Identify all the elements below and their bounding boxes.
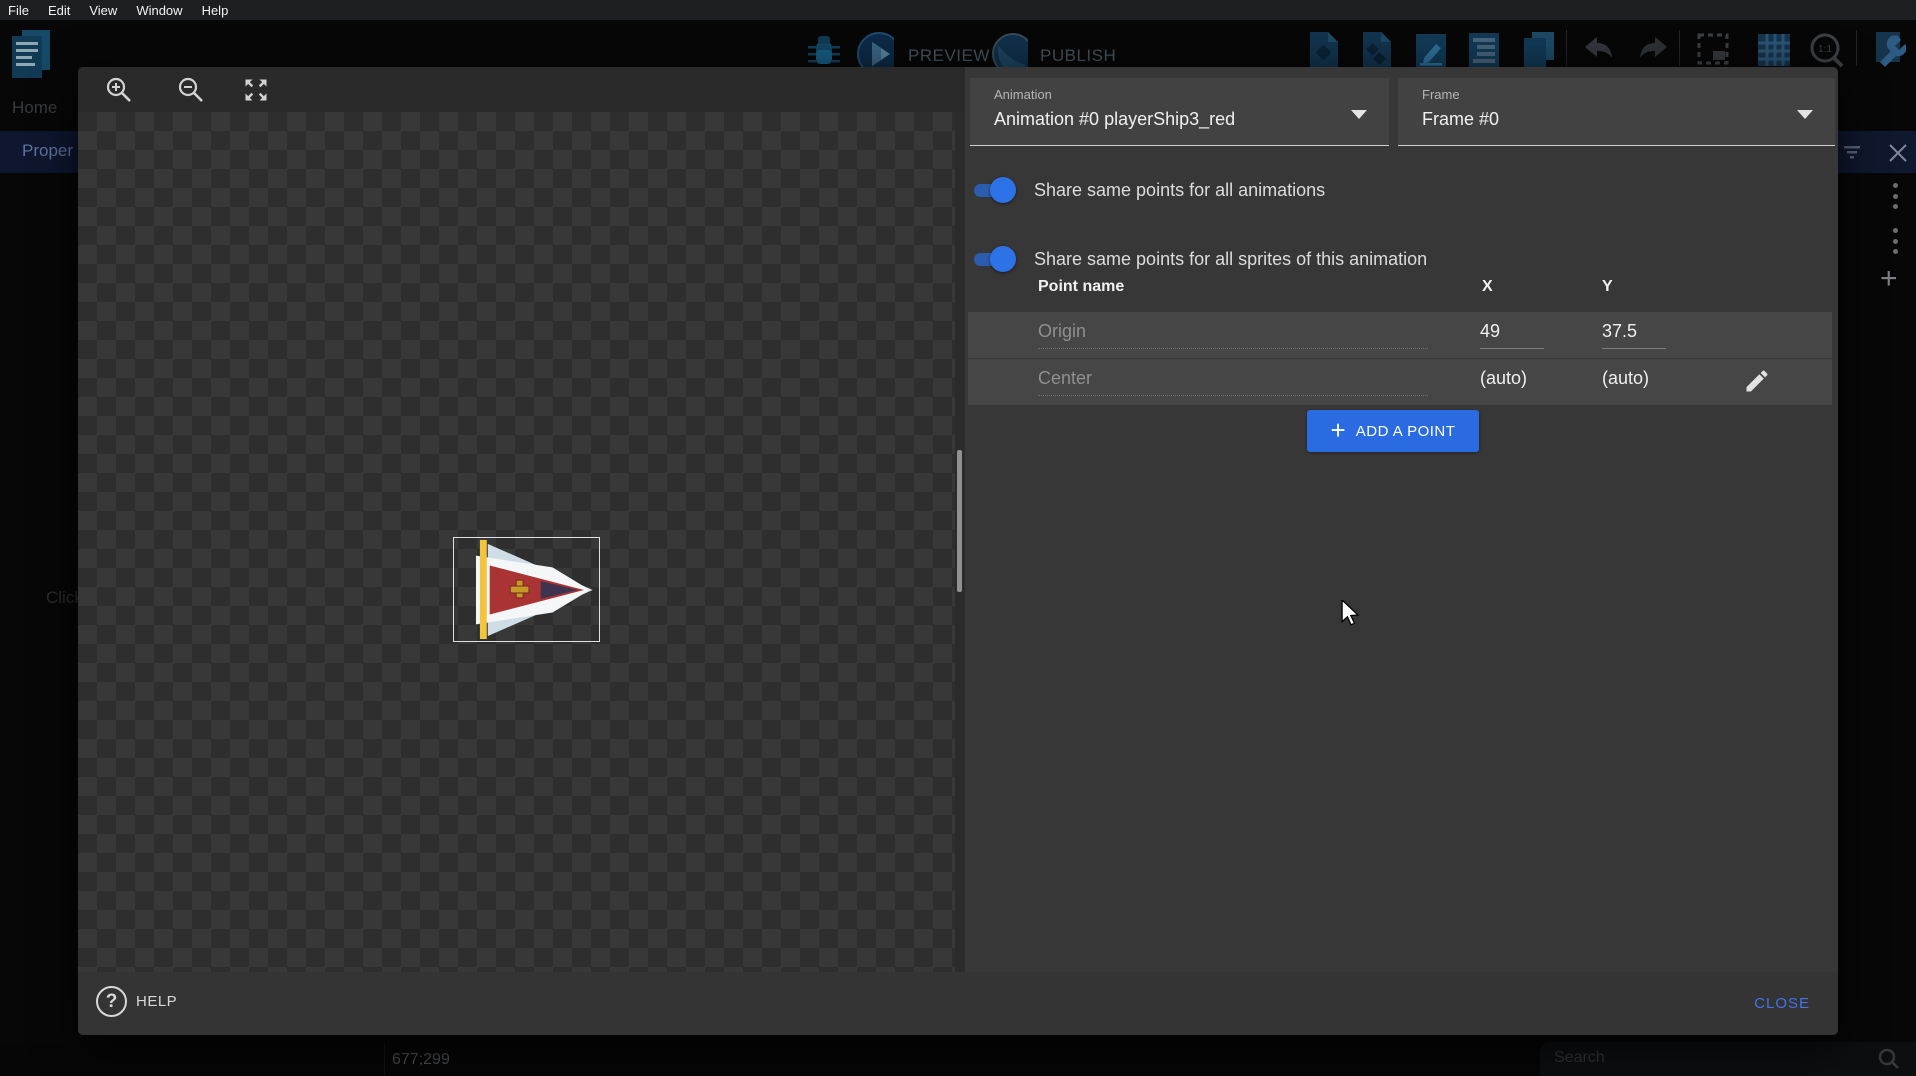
point-row-origin: Origin 49 37.5 [968, 312, 1832, 358]
mask-selection-icon[interactable] [1694, 30, 1732, 70]
panel-close-icon[interactable] [1888, 143, 1908, 163]
chevron-down-icon [1351, 110, 1367, 119]
events-list-icon[interactable] [1465, 30, 1503, 70]
add-property-icon[interactable]: + [1880, 262, 1898, 296]
help-button[interactable]: ? HELP [96, 986, 177, 1017]
dialog-footer: ? HELP CLOSE [78, 972, 1838, 1035]
tab-properties[interactable]: Proper [0, 131, 78, 173]
statusbar-divider [384, 1042, 385, 1076]
sprite-canvas[interactable] [78, 112, 965, 972]
point-row-center: Center (auto) (auto) [968, 359, 1832, 405]
animation-select-value: Animation #0 playerShip3_red [994, 109, 1235, 130]
grid-icon[interactable] [1754, 30, 1792, 70]
points-editor-dialog: Animation Animation #0 playerShip3_red F… [78, 67, 1838, 1035]
frame-select[interactable]: Frame Frame #0 [1398, 78, 1835, 146]
point-name-field[interactable]: Origin [1038, 321, 1428, 349]
tools-wrench-icon[interactable] [1868, 30, 1906, 70]
toolbar-separator [1566, 30, 1567, 66]
publish-globe-icon[interactable] [990, 31, 1028, 71]
point-x-value[interactable]: (auto) [1480, 368, 1544, 395]
menu-item-help[interactable]: Help [202, 3, 229, 18]
zoom-in-icon[interactable] [105, 76, 133, 104]
toggle-label: Share same points for all animations [1034, 180, 1325, 201]
objects-icon[interactable] [1358, 30, 1396, 70]
column-header-y: Y [1602, 278, 1613, 312]
zoom-out-icon[interactable] [177, 76, 205, 104]
toolbar-separator [1679, 30, 1680, 66]
publish-button[interactable]: PUBLISH [1040, 46, 1116, 66]
help-icon: ? [96, 986, 127, 1017]
menu-item-file[interactable]: File [8, 3, 29, 18]
frame-select-label: Frame [1422, 87, 1460, 102]
player-ship-sprite [454, 538, 599, 641]
zoom-ratio-icon[interactable]: 1:1 [1806, 30, 1844, 70]
chevron-down-icon [1797, 110, 1813, 119]
toolbar-separator [1856, 30, 1857, 66]
edit-scene-icon[interactable] [1412, 30, 1450, 70]
project-manager-icon[interactable] [8, 28, 52, 80]
undo-icon[interactable] [1580, 30, 1618, 70]
point-y-value[interactable]: (auto) [1602, 368, 1666, 395]
mouse-cursor [1340, 600, 1362, 628]
kebab-menu-icon[interactable] [1893, 228, 1899, 254]
canvas-scrollbar-thumb[interactable] [957, 450, 962, 592]
help-label: HELP [136, 993, 177, 1010]
preview-button[interactable]: PREVIEW [908, 46, 990, 66]
search-field[interactable]: Search [1540, 1042, 1916, 1076]
cursor-coordinates: 677;299 [392, 1051, 450, 1069]
menu-item-view[interactable]: View [89, 3, 117, 18]
toggle-share-all-sprites: Share same points for all sprites of thi… [970, 239, 1427, 279]
add-point-button[interactable]: + ADD A POINT [1307, 410, 1479, 452]
column-header-point-name: Point name [1038, 278, 1124, 312]
menu-item-edit[interactable]: Edit [48, 3, 70, 18]
fit-to-screen-icon[interactable] [242, 76, 270, 104]
sprite-preview[interactable] [453, 537, 600, 642]
column-header-x: X [1482, 278, 1493, 312]
animation-select[interactable]: Animation Animation #0 playerShip3_red [970, 78, 1389, 146]
add-point-label: ADD A POINT [1356, 423, 1456, 440]
search-placeholder: Search [1554, 1049, 1605, 1067]
plus-icon: + [1331, 417, 1346, 443]
close-button[interactable]: CLOSE [1754, 995, 1810, 1012]
toggle-switch[interactable] [970, 176, 1016, 204]
copy-scene-icon[interactable] [1518, 30, 1556, 70]
status-bar: 677;299 Search [0, 1042, 1916, 1076]
frame-select-value: Frame #0 [1422, 109, 1499, 130]
kebab-menu-icon[interactable] [1893, 183, 1899, 209]
point-name-field[interactable]: Center [1038, 368, 1428, 396]
toggle-label: Share same points for all sprites of thi… [1034, 249, 1427, 270]
application-window: File Edit View Window Help PREVIEW PUBLI… [0, 0, 1916, 1076]
search-icon [1878, 1048, 1900, 1070]
canvas-hint-text: Click [46, 588, 78, 608]
menu-item-window[interactable]: Window [136, 3, 182, 18]
menu-bar: File Edit View Window Help [0, 0, 1916, 20]
redo-icon[interactable] [1632, 30, 1670, 70]
canvas-scrollbar[interactable] [955, 112, 965, 972]
tab-home[interactable]: Home [12, 98, 57, 118]
export-scene-icon[interactable] [1305, 30, 1343, 70]
filter-icon[interactable] [1844, 146, 1864, 160]
toggle-share-all-animations: Share same points for all animations [970, 170, 1325, 210]
svg-text:1:1: 1:1 [1818, 44, 1832, 55]
canvas-toolbar [78, 67, 965, 112]
point-y-input[interactable]: 37.5 [1602, 321, 1666, 349]
edit-pencil-icon[interactable] [1743, 367, 1771, 395]
toggle-switch[interactable] [970, 245, 1016, 273]
play-icon[interactable] [856, 31, 894, 71]
properties-panel-header [1838, 131, 1916, 173]
tab-properties-label: Proper [22, 141, 73, 161]
animation-select-label: Animation [994, 87, 1052, 102]
point-x-input[interactable]: 49 [1480, 321, 1544, 349]
